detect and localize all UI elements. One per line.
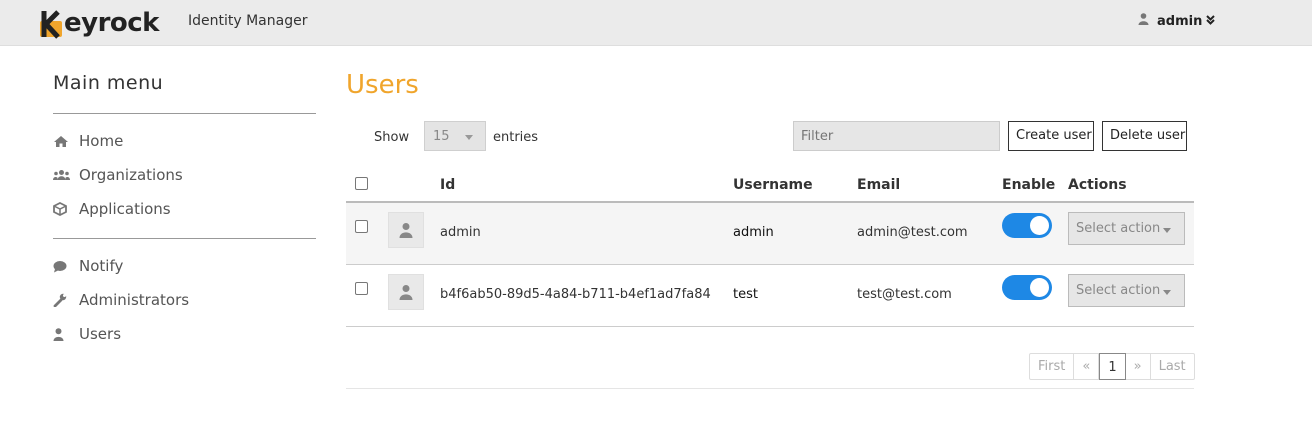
entries-select[interactable]: 15 (424, 121, 486, 151)
sidebar-item-label: Users (79, 325, 122, 343)
caret-down-icon (1163, 290, 1171, 295)
avatar (388, 274, 424, 310)
app-subtitle: Identity Manager (188, 13, 308, 29)
sidebar-group-main: Home Organizations Applications (53, 114, 317, 238)
keyrock-logo[interactable]: eyrock (38, 7, 159, 39)
column-header-enable[interactable]: Enable (1002, 177, 1055, 193)
home-icon (53, 135, 79, 148)
cell-username[interactable]: test (733, 287, 758, 302)
user-icon (399, 223, 413, 238)
double-chevron-down-icon (1206, 14, 1216, 28)
sidebar-item-label: Notify (79, 257, 124, 275)
sidebar-item-home[interactable]: Home (53, 124, 317, 158)
sidebar-item-label: Organizations (79, 166, 183, 184)
toggle-knob (1030, 216, 1049, 235)
user-icon (53, 327, 79, 341)
user-icon (399, 285, 413, 300)
column-header-actions: Actions (1068, 177, 1127, 193)
delete-user-button[interactable]: Delete user (1102, 121, 1187, 151)
avatar (388, 212, 424, 248)
sidebar-item-notify[interactable]: Notify (53, 249, 317, 283)
filter-input[interactable] (793, 121, 1000, 151)
sidebar-item-applications[interactable]: Applications (53, 192, 317, 226)
cell-id: admin (440, 225, 481, 240)
pagination-prev[interactable]: « (1074, 354, 1100, 379)
sidebar: Main menu Home Organizations Application… (53, 72, 317, 363)
cube-icon (53, 202, 79, 216)
chat-bubble-icon (53, 260, 79, 273)
select-action-dropdown[interactable]: Select action (1068, 274, 1185, 307)
pagination: First « 1 » Last (1029, 353, 1195, 380)
entries-value: 15 (433, 129, 450, 144)
pagination-first[interactable]: First (1030, 354, 1075, 379)
column-header-id[interactable]: Id (440, 177, 455, 193)
cell-id: b4f6ab50-89d5-4a84-b711-b4ef1ad7fa84 (440, 287, 711, 302)
table-row: b4f6ab50-89d5-4a84-b711-b4ef1ad7fa84 tes… (346, 265, 1194, 327)
user-menu[interactable]: admin (1138, 13, 1216, 29)
create-user-button[interactable]: Create user (1008, 121, 1094, 151)
table-header: Id Username Email Enable Actions (346, 168, 1194, 203)
user-icon (1138, 13, 1149, 29)
table-controls: Show 15 entries Create user Delete user (346, 121, 1194, 153)
row-checkbox[interactable] (355, 282, 368, 295)
keyrock-logo-mark (38, 9, 66, 39)
top-bar: eyrock Identity Manager admin (0, 0, 1312, 46)
caret-down-icon (1163, 228, 1171, 233)
caret-down-icon (465, 135, 473, 140)
table-row: admin admin admin@test.com Select action (346, 203, 1194, 265)
select-action-label: Select action (1076, 221, 1161, 236)
select-action-label: Select action (1076, 283, 1161, 298)
logo-text: eyrock (64, 8, 159, 38)
page-title: Users (346, 70, 419, 100)
bottom-divider (346, 388, 1194, 389)
row-checkbox[interactable] (355, 220, 368, 233)
select-action-dropdown[interactable]: Select action (1068, 212, 1185, 245)
wrench-icon (53, 293, 79, 307)
enable-toggle[interactable] (1002, 275, 1052, 300)
show-label: Show (374, 130, 410, 145)
column-header-email[interactable]: Email (857, 177, 900, 193)
user-name: admin (1157, 13, 1203, 29)
cell-email: test@test.com (857, 287, 952, 302)
cell-username[interactable]: admin (733, 225, 774, 240)
users-table: Id Username Email Enable Actions admin a… (346, 168, 1194, 327)
column-header-username[interactable]: Username (733, 177, 813, 193)
main-content: Users Show 15 entries Create user Delete… (346, 68, 1195, 389)
sidebar-item-label: Applications (79, 200, 171, 218)
sidebar-item-users[interactable]: Users (53, 317, 317, 351)
pagination-page-current[interactable]: 1 (1099, 353, 1126, 380)
sidebar-item-label: Administrators (79, 291, 190, 309)
sidebar-item-label: Home (79, 132, 124, 150)
cell-email: admin@test.com (857, 225, 968, 240)
select-all-checkbox[interactable] (355, 177, 368, 190)
toggle-knob (1030, 278, 1049, 297)
pagination-next[interactable]: » (1126, 354, 1151, 379)
sidebar-item-organizations[interactable]: Organizations (53, 158, 317, 192)
entries-label: entries (493, 130, 539, 145)
sidebar-group-admin: Notify Administrators Users (53, 239, 317, 363)
users-icon (53, 169, 79, 181)
pagination-last[interactable]: Last (1151, 354, 1194, 379)
sidebar-item-administrators[interactable]: Administrators (53, 283, 317, 317)
sidebar-title: Main menu (53, 72, 164, 94)
enable-toggle[interactable] (1002, 213, 1052, 238)
